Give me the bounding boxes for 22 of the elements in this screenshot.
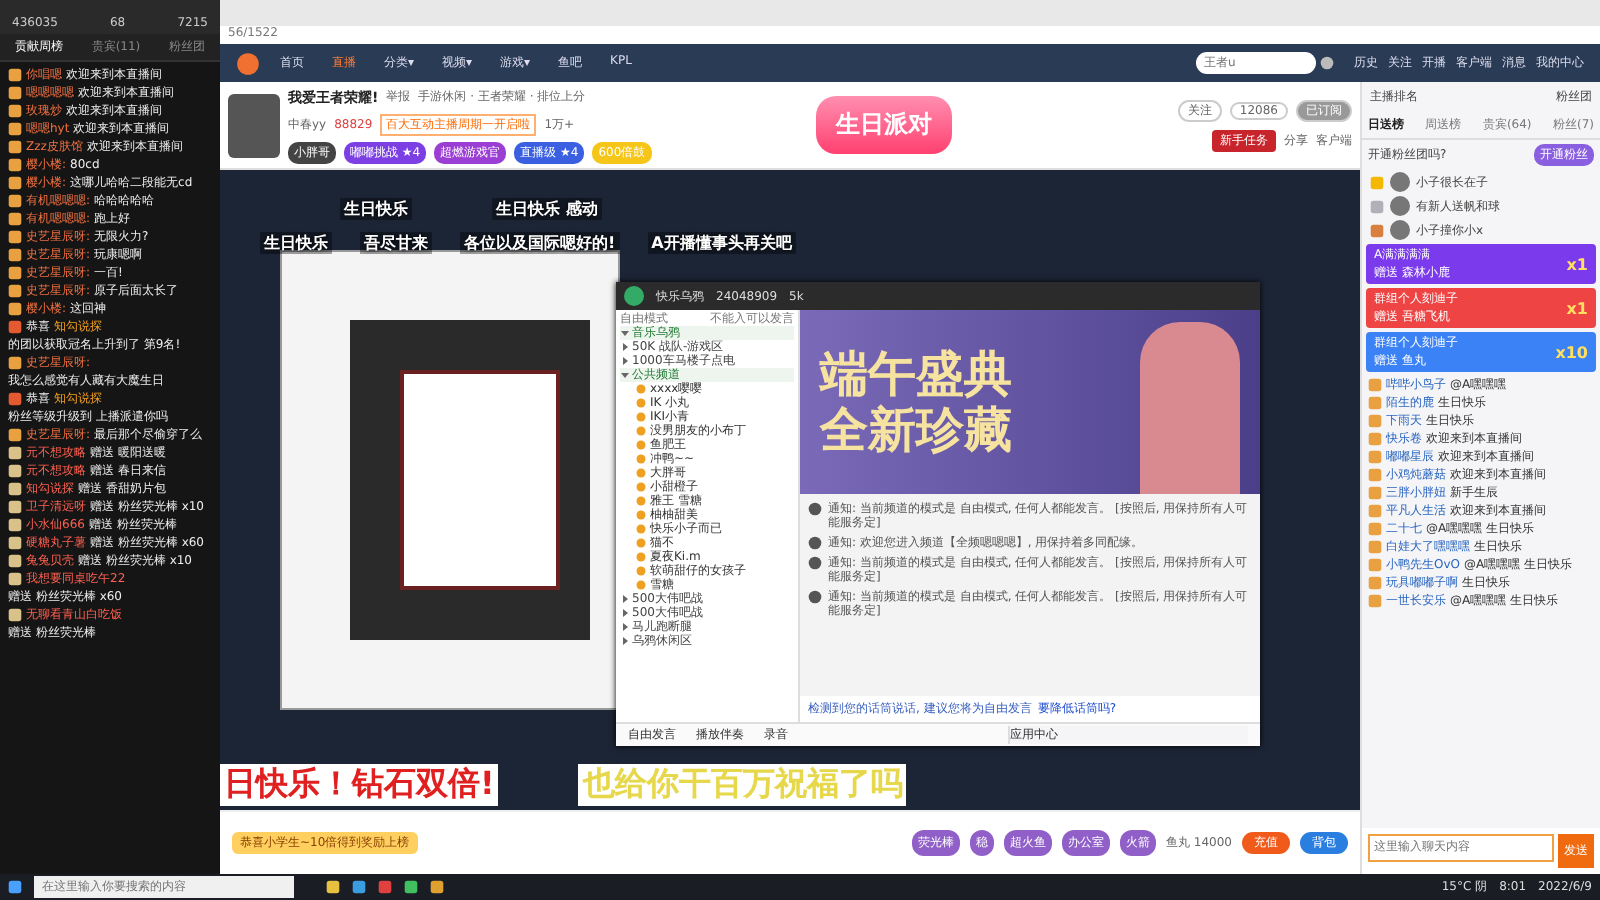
danmaku-text: 生日快乐 bbox=[340, 198, 412, 220]
danmaku-text: 吾尽甘来 bbox=[360, 232, 432, 254]
gift-count: x10 bbox=[1555, 343, 1588, 361]
event-banner: 生日派对 bbox=[816, 96, 952, 154]
banner-headline: 全新珍藏 bbox=[820, 402, 1012, 458]
danmaku-text: 也给你干百万祝福了吗 bbox=[578, 764, 907, 806]
info-icon bbox=[808, 502, 822, 516]
gift-count: x1 bbox=[1566, 255, 1588, 273]
info-icon bbox=[808, 590, 822, 604]
avatar bbox=[228, 93, 280, 157]
level-badge-icon bbox=[8, 392, 22, 406]
gift-count: x1 bbox=[1566, 299, 1588, 317]
level-badge-icon bbox=[8, 356, 22, 370]
danmaku-text: 生日快乐 感动 bbox=[492, 198, 602, 220]
banner-headline: 端午盛典 bbox=[820, 346, 1012, 402]
danmaku-text: 生日快乐 bbox=[260, 232, 332, 254]
level-badge-icon bbox=[8, 608, 22, 622]
danmaku-text: 各位以及国际嗯好的! bbox=[460, 232, 620, 254]
search-icon bbox=[1320, 56, 1334, 70]
danmaku-text: A开播懂事头再关吧 bbox=[647, 232, 796, 254]
start-icon bbox=[8, 880, 22, 894]
danmaku-text: 日快乐！钻石双倍! bbox=[220, 764, 499, 806]
